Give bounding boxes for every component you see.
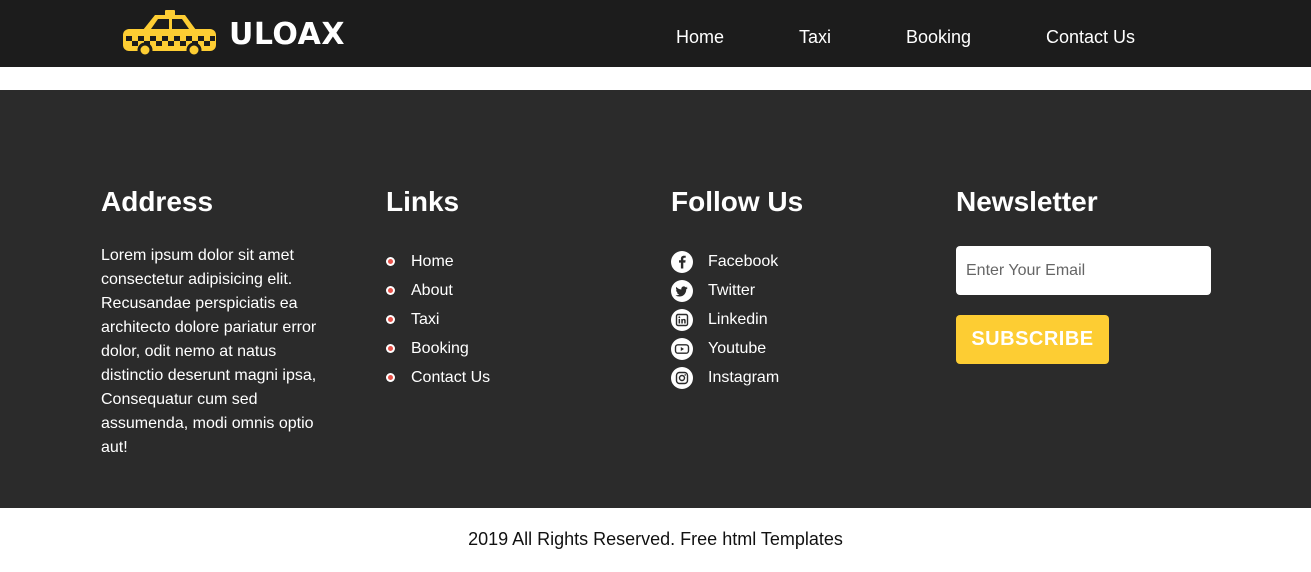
social-link-label: Youtube xyxy=(708,339,767,357)
address-text: Lorem ipsum dolor sit amet consectetur a… xyxy=(101,247,317,456)
social-link-youtube[interactable]: Youtube xyxy=(671,334,803,363)
nav-contact-us[interactable]: Contact Us xyxy=(1046,27,1135,48)
social-link-label: Instagram xyxy=(708,368,780,386)
social-link-label: Facebook xyxy=(708,252,779,270)
follow-heading: Follow Us xyxy=(671,186,804,217)
footer-link-booking[interactable]: Booking xyxy=(386,334,490,363)
footer-link-label: Home xyxy=(411,252,454,270)
copyright-text: 2019 All Rights Reserved. Free html Temp… xyxy=(468,529,843,549)
linkedin-icon xyxy=(671,308,693,331)
footer-link-label: Taxi xyxy=(411,310,440,328)
social-list: Facebook Twitter Linkedin Youtube Instag… xyxy=(671,247,803,392)
footer-link-taxi[interactable]: Taxi xyxy=(386,305,490,334)
email-input[interactable] xyxy=(956,246,1211,295)
facebook-icon xyxy=(671,250,693,273)
newsletter-heading: Newsletter xyxy=(956,186,1098,217)
footer-link-label: About xyxy=(411,281,453,299)
footer-link-contact-us[interactable]: Contact Us xyxy=(386,363,490,392)
taxi-logo-icon xyxy=(123,10,216,58)
bullet-icon xyxy=(386,344,395,353)
bullet-icon xyxy=(386,315,395,324)
social-link-instagram[interactable]: Instagram xyxy=(671,363,803,392)
address-column: Address Lorem ipsum dolor sit amet conse… xyxy=(101,185,331,460)
nav-taxi[interactable]: Taxi xyxy=(799,27,831,48)
follow-column: Follow Us Facebook Twitter Linkedin Yout… xyxy=(671,185,803,392)
bullet-icon xyxy=(386,286,395,295)
footer-link-label: Contact Us xyxy=(411,368,491,386)
twitter-icon xyxy=(671,279,693,302)
links-heading: Links xyxy=(386,186,460,217)
footer-link-home[interactable]: Home xyxy=(386,247,490,276)
bullet-icon xyxy=(386,257,395,266)
links-column: Links Home About Taxi Booking Contact Us xyxy=(386,185,490,392)
social-link-twitter[interactable]: Twitter xyxy=(671,276,803,305)
newsletter-column: Newsletter SUBSCRIBE xyxy=(956,185,1211,364)
social-link-label: Twitter xyxy=(708,281,756,299)
youtube-icon xyxy=(671,337,693,360)
site-header: ULOAX Home Taxi Booking Contact Us xyxy=(0,0,1311,67)
social-link-facebook[interactable]: Facebook xyxy=(671,247,803,276)
social-link-linkedin[interactable]: Linkedin xyxy=(671,305,803,334)
address-heading: Address xyxy=(101,186,214,217)
links-list: Home About Taxi Booking Contact Us xyxy=(386,247,490,392)
footer-link-label: Booking xyxy=(411,339,469,357)
social-link-label: Linkedin xyxy=(708,310,768,328)
site-footer: Address Lorem ipsum dolor sit amet conse… xyxy=(0,90,1311,508)
brand-logo[interactable]: ULOAX xyxy=(123,10,345,58)
bullet-icon xyxy=(386,373,395,382)
nav-booking[interactable]: Booking xyxy=(906,27,971,48)
nav-home[interactable]: Home xyxy=(676,27,724,48)
brand-name: ULOAX xyxy=(229,16,345,52)
instagram-icon xyxy=(671,366,693,389)
subscribe-button[interactable]: SUBSCRIBE xyxy=(956,315,1109,364)
footer-link-about[interactable]: About xyxy=(386,276,490,305)
